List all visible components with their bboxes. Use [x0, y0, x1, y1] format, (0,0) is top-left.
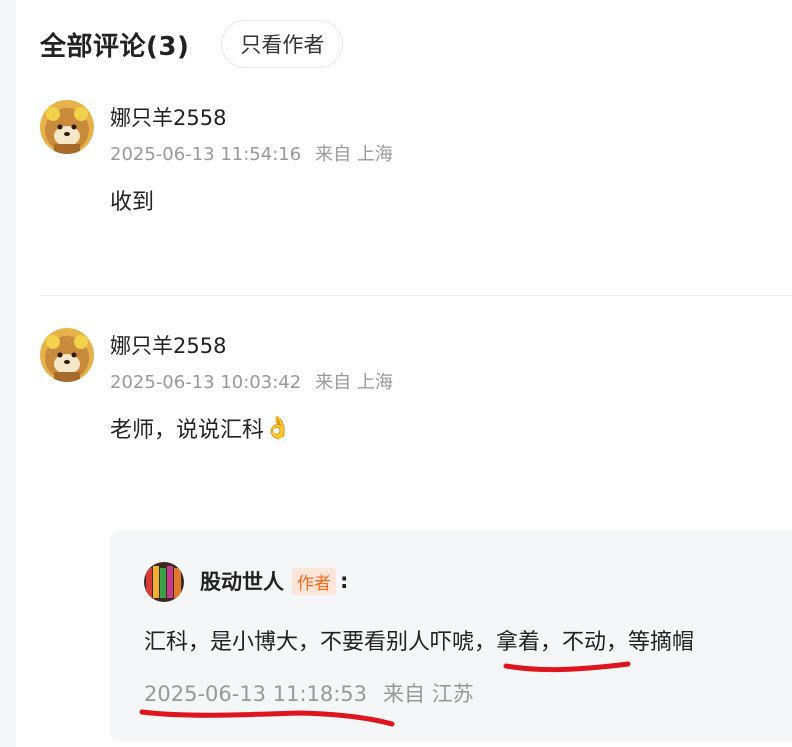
comment-text: 收到: [110, 190, 155, 215]
comment-meta: 2025-06-13 11:54:16 来自 上海: [110, 140, 393, 166]
reply-text: 汇科，是小博大，不要看别人吓唬，拿着，不动，等摘帽: [144, 630, 695, 655]
reply-author-row: 股动世人 作者 :: [200, 566, 348, 596]
ok-hand-emoji: 👌: [264, 415, 292, 441]
comment-location: 来自 上海: [315, 372, 393, 393]
reply-location: 来自 江苏: [383, 682, 474, 706]
author-only-filter-button[interactable]: 只看作者: [221, 20, 344, 68]
comment-location: 来自 上海: [315, 144, 393, 165]
comment-item: 娜只羊2558 2025-06-13 10:03:42 来自 上海 老师，说说汇科…: [40, 328, 792, 468]
comment-timestamp: 2025-06-13 11:54:16: [110, 144, 302, 165]
comment-username[interactable]: 娜只羊2558: [110, 330, 226, 360]
comment-item: 娜只羊2558 2025-06-13 11:54:16 来自 上海 收到: [40, 100, 792, 240]
author-badge: 作者: [292, 567, 336, 595]
comment-text: 老师，说说汇科: [110, 418, 265, 443]
reply-timestamp: 2025-06-13 11:18:53: [144, 682, 368, 706]
comments-title: 全部评论(3): [40, 31, 190, 62]
comment-text-row: 老师，说说汇科 👌: [110, 412, 291, 444]
comment-meta: 2025-06-13 10:03:42 来自 上海: [110, 368, 393, 394]
reply-colon: :: [340, 569, 349, 593]
comments-header: 全部评论(3) 只看作者: [40, 20, 344, 68]
comment-timestamp: 2025-06-13 10:03:42: [110, 372, 302, 393]
author-reply-box: 股动世人 作者 : 汇科，是小博大，不要看别人吓唬，拿着，不动，等摘帽 2025…: [110, 530, 792, 742]
comment-username[interactable]: 娜只羊2558: [110, 102, 226, 132]
comment-page: 全部评论(3) 只看作者 娜只羊2558 2025-06-13 11:54:16…: [0, 0, 792, 747]
reply-meta: 2025-06-13 11:18:53 来自 江苏: [144, 678, 474, 708]
left-gutter: [0, 0, 16, 747]
colorful-bottles-avatar-icon[interactable]: [144, 562, 184, 602]
comment-divider: [40, 295, 792, 296]
shiba-plush-avatar-icon[interactable]: [40, 328, 94, 382]
reply-username[interactable]: 股动世人: [200, 566, 284, 596]
shiba-plush-avatar-icon[interactable]: [40, 100, 94, 154]
